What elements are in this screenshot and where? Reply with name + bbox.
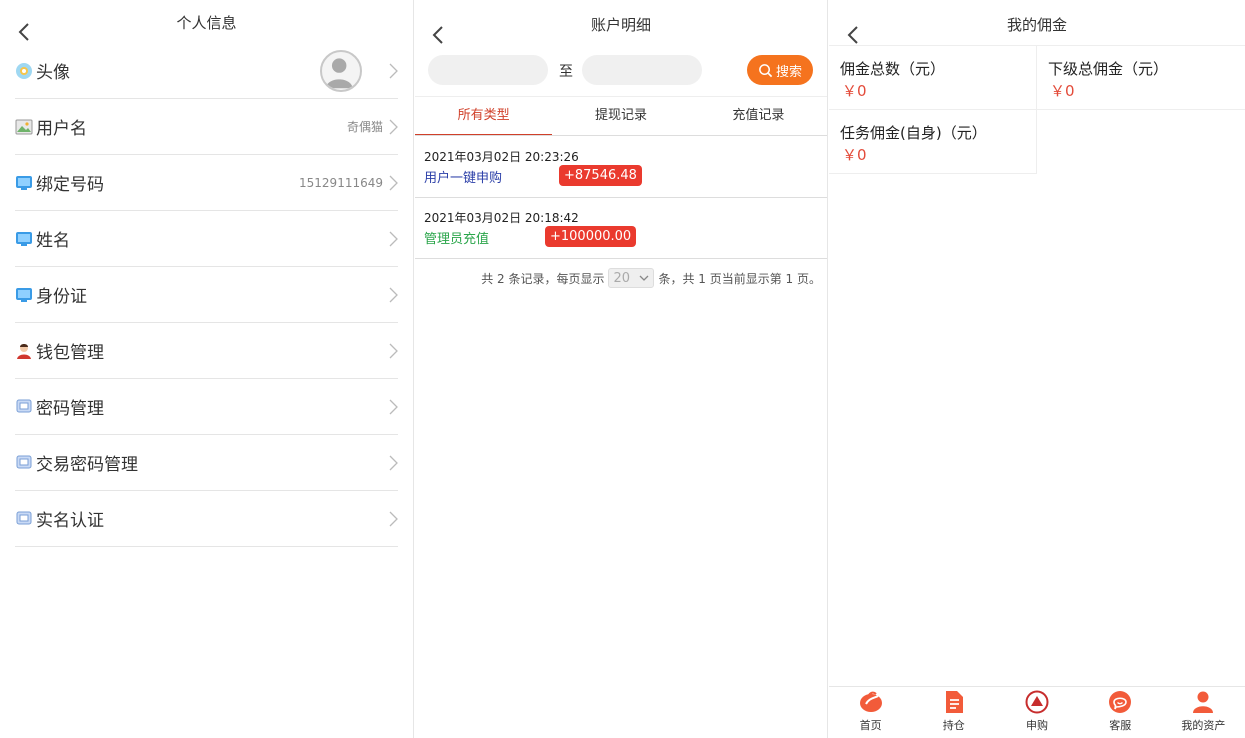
user-icon [1193,691,1214,713]
search-label: 搜索 [775,64,802,80]
account-detail-screen: 账户明细 至 搜索 所有类型 提现记录 充值记录 2021年03月02日 20:… [415,0,828,738]
person-icon [15,342,33,360]
cell-label: 下级总佣金（元） [1048,60,1169,78]
row-label: 密码管理 [36,399,104,419]
cell-value: ￥0 [842,146,867,164]
record-time: 2021年03月02日 20:23:26 [424,150,579,164]
search-button[interactable]: 搜索 [747,55,813,85]
picture-icon [15,118,33,136]
avatar-icon [15,62,33,80]
row-label: 头像 [36,63,70,83]
monitor-icon [15,286,33,304]
record-time: 2021年03月02日 20:18:42 [424,211,579,225]
search-icon [759,63,773,77]
monitor-icon [15,174,33,192]
profile-list: 头像 用户名 奇偶猫 绑定号码 15129111649 姓名 身份证 钱包管理 … [15,43,398,547]
document-icon [945,691,963,713]
row-label: 用户名 [36,119,87,139]
row-label: 绑定号码 [36,175,104,195]
tabbar-item-subscribe[interactable]: 申购 [995,687,1078,738]
tabbar-item-home[interactable]: 首页 [829,687,912,738]
chevron-right-icon [389,399,398,414]
profile-row-avatar[interactable]: 头像 [15,43,398,99]
tab-withdraw-records[interactable]: 提现记录 [552,97,689,135]
tabbar-label: 我的资产 [1181,719,1226,732]
page-size-select[interactable]: 20 [608,268,655,288]
tabbar-item-service[interactable]: 客服 [1079,687,1162,738]
message-icon [15,510,33,528]
profile-row-name[interactable]: 姓名 [15,211,398,267]
pager-suffix: 条，共 1 页当前显示第 1 页。 [658,271,821,286]
tab-all-types[interactable]: 所有类型 [415,97,553,135]
row-label: 交易密码管理 [36,455,138,475]
message-icon [15,398,33,416]
bottom-tabbar: 首页 持仓 申购 客服 我的资产 [829,686,1245,738]
profile-row-trade-password[interactable]: 交易密码管理 [15,435,398,491]
cell-value: ￥0 [842,82,867,100]
commission-grid: 佣金总数（元） ￥0 下级总佣金（元） ￥0 任务佣金(自身)（元） ￥0 [829,45,1245,174]
tabbar-label: 客服 [1109,719,1132,732]
chevron-down-icon [640,275,649,281]
list-item[interactable]: 2021年03月02日 20:18:42 管理员充值 +100000.00 [415,197,827,259]
tabbar-label: 持仓 [942,719,965,732]
page-title: 个人信息 [176,14,237,32]
triangle-icon [1025,690,1049,714]
record-amount-badge: +100000.00 [545,226,637,247]
row-label: 身份证 [36,287,87,307]
record-tabs: 所有类型 提现记录 充值记录 [415,96,827,136]
tabbar-item-holdings[interactable]: 持仓 [912,687,995,738]
end-date-input[interactable] [582,55,702,85]
profile-row-password[interactable]: 密码管理 [15,379,398,435]
to-label: 至 [559,64,573,80]
tabbar-label: 申购 [1026,719,1048,732]
profile-screen: 个人信息 头像 用户名 奇偶猫 绑定号码 15129111649 姓名 身份证 … [0,0,414,738]
chevron-right-icon [389,287,398,302]
chevron-right-icon [389,119,398,134]
record-amount-badge: +87546.48 [559,165,642,186]
record-type: 管理员充值 [424,232,490,247]
cell-value: ￥0 [1050,82,1075,100]
row-label: 实名认证 [36,511,104,531]
monitor-icon [15,230,33,248]
avatar[interactable] [320,50,362,92]
home-icon [859,691,882,712]
chevron-right-icon [389,231,398,246]
chevron-right-icon [389,63,398,78]
cell-label: 佣金总数（元） [840,60,946,78]
profile-row-phone[interactable]: 绑定号码 15129111649 [15,155,398,211]
task-commission-cell: 任务佣金(自身)（元） ￥0 [829,110,1037,174]
page-size-value: 20 [613,270,631,286]
commission-total-cell: 佣金总数（元） ￥0 [829,46,1037,110]
list-item[interactable]: 2021年03月02日 20:23:26 用户一键申购 +87546.48 [415,136,827,198]
subordinate-commission-cell: 下级总佣金（元） ￥0 [1037,46,1245,110]
record-type: 用户一键申购 [424,171,503,186]
tabbar-label: 首页 [859,719,882,732]
commission-screen: 我的佣金 佣金总数（元） ￥0 下级总佣金（元） ￥0 任务佣金(自身)（元） … [829,0,1245,738]
chevron-right-icon [389,511,398,526]
page-title: 账户明细 [590,16,651,34]
chat-icon [1109,691,1132,713]
message-icon [15,454,33,472]
pagination-info: 共 2 条记录，每页显示 20 条，共 1 页当前显示第 1 页。 [481,268,821,288]
pager-prefix: 共 2 条记录，每页显示 [481,271,605,286]
phone-value: 15129111649 [299,175,383,190]
profile-row-wallet[interactable]: 钱包管理 [15,323,398,379]
row-label: 姓名 [36,231,70,251]
chevron-right-icon [389,343,398,358]
profile-row-verification[interactable]: 实名认证 [15,491,398,547]
row-label: 钱包管理 [36,343,104,363]
profile-row-id-card[interactable]: 身份证 [15,267,398,323]
tab-recharge-records[interactable]: 充值记录 [690,97,827,135]
tabbar-item-assets[interactable]: 我的资产 [1162,687,1245,738]
chevron-right-icon [389,455,398,470]
cell-label: 任务佣金(自身)（元） [840,124,987,142]
page-title: 我的佣金 [1006,16,1067,34]
username-value: 奇偶猫 [346,120,383,134]
profile-row-username[interactable]: 用户名 奇偶猫 [15,99,398,155]
chevron-right-icon [389,175,398,190]
start-date-input[interactable] [428,55,548,85]
